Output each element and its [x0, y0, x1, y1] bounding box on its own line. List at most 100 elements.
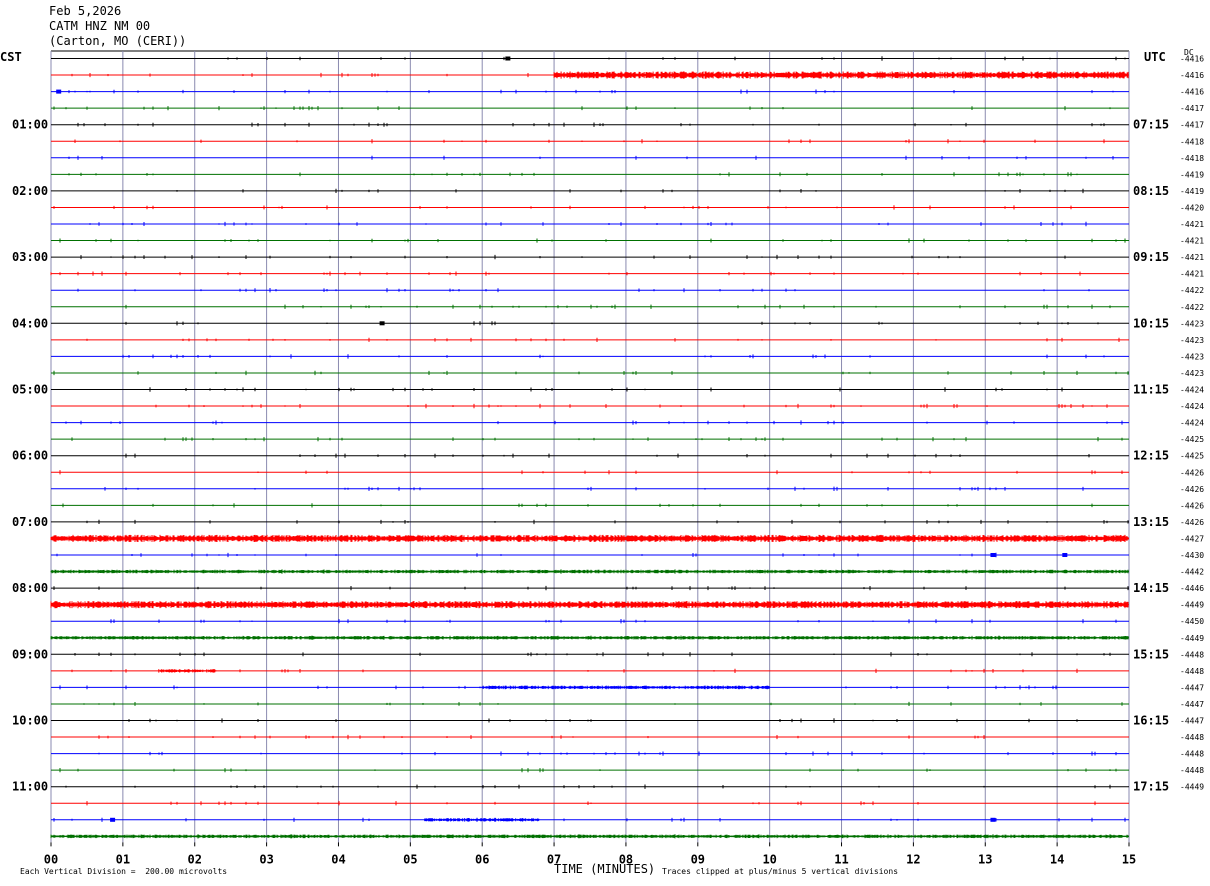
trace-noisy-segment	[50, 601, 1129, 609]
dc-offset-label: -4447	[1180, 717, 1204, 726]
dc-offset-label: -4421	[1180, 220, 1204, 229]
dc-offset-label: -4416	[1180, 71, 1204, 80]
dc-offset-label: -4442	[1180, 568, 1204, 577]
dc-offset-label: -4423	[1180, 352, 1204, 361]
utc-hour-label: 14:15	[1133, 581, 1169, 595]
x-tick-label: 05	[403, 852, 417, 866]
dc-offset-label: -4447	[1180, 700, 1204, 709]
dc-offset-label: -4425	[1180, 435, 1204, 444]
trace-spike	[1062, 553, 1068, 557]
dc-offset-label: -4448	[1180, 750, 1204, 759]
cst-hour-label: 01:00	[12, 118, 48, 132]
trace-noisy-segment	[481, 685, 770, 690]
utc-hour-label: 08:15	[1133, 184, 1169, 198]
helicorder-plot: 00 01 02 03 04 05 06 07 08 09 10 11 12 13 14 1501:00 07:…	[12, 50, 1204, 866]
utc-hour-label: 11:15	[1133, 383, 1169, 397]
utc-hour-label: 10:15	[1133, 316, 1169, 330]
dc-offset-label: -4430	[1180, 551, 1204, 560]
dc-offset-label: -4449	[1180, 783, 1204, 792]
x-tick-label: 10	[762, 852, 776, 866]
cst-hour-label: 10:00	[12, 714, 48, 728]
dc-offset-label: -4448	[1180, 667, 1204, 676]
utc-hour-label: 09:15	[1133, 250, 1169, 264]
dc-offset-label: -4446	[1180, 584, 1204, 593]
x-tick-label: 12	[906, 852, 920, 866]
x-tick-label: 01	[116, 852, 130, 866]
dc-offset-label: -4423	[1180, 369, 1204, 378]
x-axis-label: TIME (MINUTES)	[554, 862, 656, 876]
dc-offset-label: -4416	[1180, 55, 1204, 64]
dc-offset-label: -4418	[1180, 137, 1204, 146]
cst-hour-label: 04:00	[12, 316, 48, 330]
trace-spike	[110, 817, 116, 822]
cst-hour-label: 07:00	[12, 515, 48, 529]
dc-offset-label: -4426	[1180, 501, 1204, 510]
x-tick-label: 09	[691, 852, 705, 866]
dc-offset-label: -4419	[1180, 170, 1204, 179]
dc-offset-label: -4425	[1180, 452, 1204, 461]
trace-noisy-segment	[50, 834, 1129, 839]
cst-hour-label: 11:00	[12, 780, 48, 794]
dc-offset-label: -4448	[1180, 733, 1204, 742]
dc-offset-label: -4421	[1180, 237, 1204, 246]
dc-offset-label: -4449	[1180, 634, 1204, 643]
utc-hour-label: 15:15	[1133, 647, 1169, 661]
clip-note: Traces clipped at plus/minus 5 vertical …	[662, 867, 899, 876]
dc-offset-label: -4421	[1180, 253, 1204, 262]
trace-spike	[990, 817, 996, 822]
utc-hour-label: 17:15	[1133, 780, 1169, 794]
dc-offset-label: -4420	[1180, 203, 1204, 212]
dc-offset-label: -4423	[1180, 319, 1204, 328]
dc-offset-label: -4447	[1180, 683, 1204, 692]
cst-hour-label: 09:00	[12, 647, 48, 661]
dc-offset-label: -4422	[1180, 286, 1204, 295]
dc-offset-label: -4424	[1180, 402, 1204, 411]
dc-offset-label: -4426	[1180, 485, 1204, 494]
dc-offset-label: -4448	[1180, 650, 1204, 659]
x-tick-label: 14	[1050, 852, 1064, 866]
utc-hour-label: 16:15	[1133, 714, 1169, 728]
x-tick-label: 13	[978, 852, 992, 866]
dc-offset-label: -4417	[1180, 104, 1204, 113]
dc-offset-label: -4427	[1180, 534, 1204, 543]
dc-offset-label: -4421	[1180, 270, 1204, 279]
dc-offset-label: -4424	[1180, 419, 1204, 428]
x-tick-label: 04	[331, 852, 345, 866]
trace-spike	[505, 56, 511, 61]
dc-offset-label: -4448	[1180, 766, 1204, 775]
cst-hour-label: 02:00	[12, 184, 48, 198]
cst-hour-label: 06:00	[12, 449, 48, 463]
dc-offset-label: -4422	[1180, 303, 1204, 312]
dc-offset-label: -4426	[1180, 468, 1204, 477]
x-tick-label: 15	[1122, 852, 1136, 866]
dc-offset-label: -4450	[1180, 617, 1204, 626]
scale-note: Each Vertical Division = 200.00 microvol…	[20, 867, 228, 876]
utc-hour-label: 07:15	[1133, 118, 1169, 132]
dc-offset-label: -4418	[1180, 154, 1204, 163]
dc-offset-label: -4449	[1180, 601, 1204, 610]
trace-spike	[379, 321, 385, 326]
cst-hour-label: 08:00	[12, 581, 48, 595]
utc-hour-label: 12:15	[1133, 449, 1169, 463]
trace-noisy-segment	[50, 569, 1129, 574]
dc-offset-label: -4426	[1180, 518, 1204, 527]
x-tick-label: 06	[475, 852, 489, 866]
trace-noisy-segment	[158, 669, 217, 673]
x-tick-label: 00	[44, 852, 58, 866]
trace-spike	[990, 553, 996, 557]
cst-hour-label: 05:00	[12, 383, 48, 397]
trace-noisy-segment	[50, 636, 1129, 640]
x-tick-label: 03	[259, 852, 273, 866]
dc-offset-label: -4419	[1180, 187, 1204, 196]
dc-offset-label: -4424	[1180, 386, 1204, 395]
trace-noisy-segment	[50, 534, 1129, 542]
trace-noisy-segment	[424, 818, 540, 822]
x-tick-label: 02	[188, 852, 202, 866]
utc-hour-label: 13:15	[1133, 515, 1169, 529]
trace-spike	[56, 89, 62, 94]
x-tick-label: 11	[834, 852, 848, 866]
cst-hour-label: 03:00	[12, 250, 48, 264]
dc-offset-label: -4417	[1180, 121, 1204, 130]
dc-offset-label: -4423	[1180, 336, 1204, 345]
dc-offset-label: -4416	[1180, 88, 1204, 97]
